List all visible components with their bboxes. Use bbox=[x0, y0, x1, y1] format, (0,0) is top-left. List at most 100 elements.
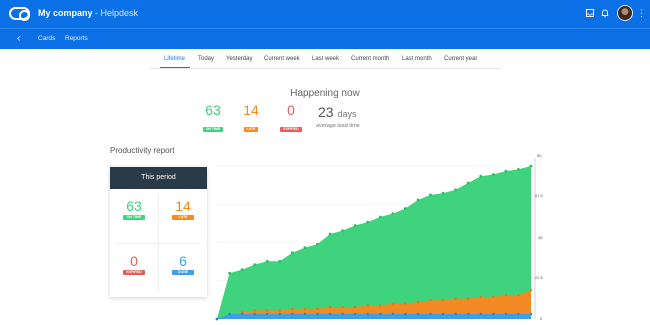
data-point[interactable] bbox=[391, 212, 395, 216]
data-point[interactable] bbox=[391, 312, 395, 316]
data-point[interactable] bbox=[504, 312, 508, 316]
data-point[interactable] bbox=[454, 297, 457, 300]
data-point[interactable] bbox=[303, 312, 307, 316]
data-point[interactable] bbox=[366, 312, 369, 316]
data-point[interactable] bbox=[404, 207, 407, 210]
data-point[interactable] bbox=[529, 288, 533, 292]
data-point[interactable] bbox=[253, 309, 256, 312]
back-chevron-icon[interactable]: ‹ bbox=[17, 33, 20, 44]
inbox-icon[interactable] bbox=[585, 8, 595, 18]
data-point[interactable] bbox=[266, 312, 269, 316]
data-point[interactable] bbox=[341, 305, 344, 309]
data-point[interactable] bbox=[467, 312, 470, 316]
data-point[interactable] bbox=[278, 259, 282, 263]
data-point[interactable] bbox=[441, 191, 445, 195]
stat-on-time: 63 ON TIME bbox=[201, 103, 225, 135]
data-point[interactable] bbox=[504, 169, 508, 173]
data-point[interactable] bbox=[492, 295, 495, 299]
data-point[interactable] bbox=[517, 312, 520, 316]
data-point[interactable] bbox=[353, 224, 357, 227]
bell-icon[interactable] bbox=[600, 8, 610, 18]
data-point[interactable] bbox=[429, 299, 432, 302]
data-point[interactable] bbox=[454, 188, 458, 192]
data-point[interactable] bbox=[240, 311, 244, 314]
data-point[interactable] bbox=[341, 312, 344, 316]
data-point[interactable] bbox=[416, 198, 420, 202]
data-point[interactable] bbox=[479, 312, 482, 316]
data-point[interactable] bbox=[291, 312, 294, 316]
data-point[interactable] bbox=[303, 307, 307, 310]
tab-last-week[interactable]: Last week bbox=[312, 56, 339, 62]
nav-cards-link[interactable]: Cards bbox=[38, 35, 55, 42]
data-point[interactable] bbox=[266, 309, 269, 312]
tab-today[interactable]: Today bbox=[198, 56, 214, 62]
data-point[interactable] bbox=[215, 317, 219, 321]
data-point[interactable] bbox=[517, 294, 520, 297]
data-point[interactable] bbox=[316, 242, 319, 246]
data-point[interactable] bbox=[479, 295, 482, 299]
data-point[interactable] bbox=[278, 309, 281, 312]
tab-last-month[interactable]: Last month bbox=[402, 56, 432, 62]
data-point[interactable] bbox=[215, 317, 219, 321]
data-point[interactable] bbox=[215, 317, 219, 321]
data-point[interactable] bbox=[240, 312, 244, 316]
data-point[interactable] bbox=[291, 307, 294, 310]
data-point[interactable] bbox=[253, 312, 256, 316]
data-point[interactable] bbox=[441, 299, 445, 302]
data-point[interactable] bbox=[253, 263, 257, 266]
nav-reports-link[interactable]: Reports bbox=[65, 35, 88, 42]
data-point[interactable] bbox=[353, 312, 357, 316]
data-point[interactable] bbox=[504, 294, 508, 297]
data-point[interactable] bbox=[416, 300, 420, 304]
period-on-time-badge: ON TIME bbox=[123, 215, 145, 220]
data-point[interactable] bbox=[429, 312, 432, 316]
data-point[interactable] bbox=[379, 312, 382, 316]
data-point[interactable] bbox=[228, 312, 231, 316]
this-period-panel: This period 63 ON TIME 14 LATE 0 EXPIRED… bbox=[110, 167, 207, 297]
app-logo-icon[interactable] bbox=[9, 7, 30, 21]
data-point[interactable] bbox=[366, 304, 369, 307]
data-point[interactable] bbox=[303, 246, 307, 250]
data-point[interactable] bbox=[467, 297, 470, 300]
data-point[interactable] bbox=[391, 302, 395, 305]
data-point[interactable] bbox=[479, 174, 483, 178]
data-point[interactable] bbox=[328, 312, 332, 316]
tab-lifetime[interactable]: Lifetime bbox=[164, 56, 185, 62]
data-point[interactable] bbox=[353, 305, 357, 309]
data-point[interactable] bbox=[404, 312, 407, 316]
data-point[interactable] bbox=[466, 181, 470, 185]
data-point[interactable] bbox=[240, 268, 244, 272]
data-point[interactable] bbox=[416, 312, 420, 316]
data-point[interactable] bbox=[378, 215, 382, 219]
data-point[interactable] bbox=[379, 304, 382, 307]
data-point[interactable] bbox=[429, 193, 432, 197]
data-point[interactable] bbox=[290, 251, 294, 255]
tab-yesterday[interactable]: Yesterday bbox=[226, 56, 252, 62]
data-point[interactable] bbox=[366, 220, 370, 224]
data-point[interactable] bbox=[265, 259, 269, 263]
data-point[interactable] bbox=[328, 305, 332, 309]
data-point[interactable] bbox=[492, 312, 495, 316]
data-point[interactable] bbox=[278, 312, 281, 316]
data-point[interactable] bbox=[529, 312, 533, 316]
y-tick-label: 45 bbox=[538, 235, 543, 240]
data-point[interactable] bbox=[404, 302, 407, 305]
data-point[interactable] bbox=[316, 307, 319, 310]
expired-badge: EXPIRED bbox=[280, 127, 302, 132]
tab-current-month[interactable]: Current month bbox=[351, 56, 389, 62]
data-point[interactable] bbox=[491, 173, 495, 176]
app-title: My company - Helpdesk bbox=[38, 8, 138, 18]
data-point[interactable] bbox=[228, 271, 231, 275]
avatar[interactable] bbox=[617, 5, 633, 21]
data-point[interactable] bbox=[228, 312, 231, 316]
data-point[interactable] bbox=[328, 232, 332, 236]
data-point[interactable] bbox=[441, 312, 445, 316]
tab-current-year[interactable]: Current year bbox=[444, 56, 477, 62]
data-point[interactable] bbox=[517, 168, 520, 171]
data-point[interactable] bbox=[454, 312, 457, 316]
data-point[interactable] bbox=[341, 229, 344, 233]
data-point[interactable] bbox=[316, 312, 319, 316]
more-vertical-icon[interactable]: ⋮ bbox=[637, 8, 646, 19]
tab-current-week[interactable]: Current week bbox=[264, 56, 300, 62]
data-point[interactable] bbox=[529, 164, 533, 168]
